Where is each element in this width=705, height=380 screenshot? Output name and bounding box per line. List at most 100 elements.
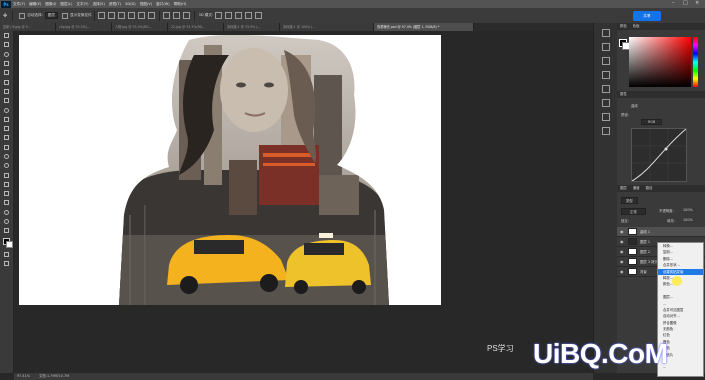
info-icon[interactable] xyxy=(602,127,610,135)
document-tab[interactable]: 22.jpg @ 33.3%(RG... xyxy=(168,23,224,31)
color-picker-field[interactable] xyxy=(629,37,691,87)
adjustments-icon[interactable] xyxy=(602,85,610,93)
document-tab[interactable]: city.jpg @ 33.3%(... xyxy=(56,23,112,31)
layer-name[interactable]: 背景 xyxy=(640,269,647,274)
align-left-icon[interactable] xyxy=(98,12,106,19)
move-tool-icon[interactable] xyxy=(0,31,13,40)
move-tool-icon[interactable]: ✥ xyxy=(3,13,7,19)
share-button[interactable]: 共享 xyxy=(633,11,661,21)
document-tab[interactable]: 未标题-1 @ 100% (... xyxy=(280,23,374,31)
lasso-tool-icon[interactable] xyxy=(0,50,13,59)
properties-icon[interactable] xyxy=(602,113,610,121)
menu-item-type[interactable]: 文字(Y) xyxy=(76,2,88,7)
align-top-icon[interactable] xyxy=(128,12,136,19)
more-tools-icon[interactable] xyxy=(0,226,13,235)
menu-item-edit[interactable]: 编辑(E) xyxy=(29,2,41,7)
foreground-background-swatches-icon[interactable] xyxy=(0,236,13,250)
align-bottom-icon[interactable] xyxy=(148,12,156,19)
history-brush-tool-icon[interactable] xyxy=(0,124,13,133)
menu-item-file[interactable]: 文件(F) xyxy=(13,2,25,7)
layer-name[interactable]: 图层 2 xyxy=(640,249,650,254)
document-tab[interactable]: 未标题-1 @ 33.3% (... xyxy=(224,23,280,31)
hue-slider[interactable] xyxy=(693,37,698,87)
document-canvas[interactable] xyxy=(19,35,441,305)
menu-item-layer[interactable]: 图层(L) xyxy=(60,2,72,7)
tab-color[interactable]: 颜色 xyxy=(620,23,627,30)
eraser-tool-icon[interactable] xyxy=(0,133,13,142)
fill-value[interactable]: 100% xyxy=(683,218,693,222)
visibility-eye-icon[interactable]: ◉ xyxy=(620,259,625,264)
tab-paths[interactable]: 路径 xyxy=(646,185,653,192)
layer-name[interactable]: 图层 3 拷贝 xyxy=(640,259,658,264)
close-icon[interactable]: × xyxy=(695,0,699,6)
visibility-eye-icon[interactable]: ◉ xyxy=(620,269,625,274)
distribute-icon[interactable] xyxy=(163,12,171,19)
menu-item-window[interactable]: 窗口(W) xyxy=(156,2,170,7)
tab-layers[interactable]: 图层 xyxy=(620,185,627,192)
tab-channels[interactable]: 通道 xyxy=(633,185,640,192)
layer-row[interactable]: ◉ 曲线 1 xyxy=(617,227,705,237)
screen-mode-icon[interactable] xyxy=(0,259,13,268)
clone-stamp-tool-icon[interactable] xyxy=(0,115,13,124)
3d-scale-icon[interactable] xyxy=(254,12,262,19)
visibility-eye-icon[interactable]: ◉ xyxy=(620,229,625,234)
layer-kind-filter[interactable]: 类型 xyxy=(621,197,638,204)
dodge-tool-icon[interactable] xyxy=(0,161,13,170)
align-right-icon[interactable] xyxy=(118,12,126,19)
shape-tool-icon[interactable] xyxy=(0,198,13,207)
3d-rotate-icon[interactable] xyxy=(214,12,222,19)
path-select-tool-icon[interactable] xyxy=(0,189,13,198)
layer-name[interactable]: 曲线 1 xyxy=(640,229,650,234)
3d-drag-icon[interactable] xyxy=(234,12,242,19)
marquee-tool-icon[interactable] xyxy=(0,40,13,49)
healing-brush-tool-icon[interactable] xyxy=(0,96,13,105)
blur-tool-icon[interactable] xyxy=(0,152,13,161)
menu-item-3d[interactable]: 3D(D) xyxy=(125,2,136,6)
curves-graph[interactable] xyxy=(631,128,687,182)
auto-select-checkbox[interactable] xyxy=(19,12,26,19)
layer-name[interactable]: 图层 1 xyxy=(640,239,650,244)
show-transform-checkbox[interactable] xyxy=(61,12,68,19)
auto-select-dropdown[interactable]: 图层 xyxy=(44,12,58,19)
visibility-eye-icon[interactable]: ◉ xyxy=(620,239,625,244)
hand-tool-icon[interactable] xyxy=(0,208,13,217)
distribute-icon[interactable] xyxy=(173,12,181,19)
align-middle-icon[interactable] xyxy=(138,12,146,19)
paragraph-icon[interactable] xyxy=(602,71,610,79)
quick-select-tool-icon[interactable] xyxy=(0,59,13,68)
crop-tool-icon[interactable] xyxy=(0,68,13,77)
document-tab[interactable]: 复制 / 8.jpg @ 9... xyxy=(0,23,56,31)
3d-roll-icon[interactable] xyxy=(224,12,232,19)
character-icon[interactable] xyxy=(602,57,610,65)
menu-item-view[interactable]: 视图(V) xyxy=(140,2,152,7)
distribute-icon[interactable] xyxy=(183,12,191,19)
3d-slide-icon[interactable] xyxy=(244,12,252,19)
zoom-level[interactable]: 97.41% xyxy=(17,374,30,378)
libraries-icon[interactable] xyxy=(602,99,610,107)
zoom-tool-icon[interactable] xyxy=(0,217,13,226)
opacity-value[interactable]: 100% xyxy=(683,208,693,212)
channel-dropdown[interactable]: RGB xyxy=(641,119,663,125)
history-icon[interactable] xyxy=(602,29,610,37)
menu-item-filter[interactable]: 滤镜(T) xyxy=(109,2,121,7)
align-center-icon[interactable] xyxy=(108,12,116,19)
minimize-icon[interactable]: – xyxy=(672,0,675,6)
brush-settings-icon[interactable] xyxy=(602,43,610,51)
pen-tool-icon[interactable] xyxy=(0,170,13,179)
document-tab[interactable]: 人物.jpg @ 33.3%(RG... xyxy=(112,23,168,31)
gradient-tool-icon[interactable] xyxy=(0,143,13,152)
blend-mode-dropdown[interactable]: 正常 xyxy=(621,208,646,215)
menu-item-help[interactable]: 帮助(H) xyxy=(174,2,187,7)
quick-mask-icon[interactable] xyxy=(0,250,13,259)
frame-tool-icon[interactable] xyxy=(0,77,13,86)
menu-item-select[interactable]: 选择(S) xyxy=(93,2,105,7)
maximize-icon[interactable]: □ xyxy=(683,0,688,6)
tab-properties[interactable]: 属性 xyxy=(620,91,627,98)
visibility-eye-icon[interactable]: ◉ xyxy=(620,249,625,254)
document-tab-active[interactable]: 双重曝光.psd @ 97.4% (图层 1, RGB/8) * xyxy=(374,23,474,31)
eyedropper-tool-icon[interactable] xyxy=(0,87,13,96)
menu-item-image[interactable]: 图像(I) xyxy=(45,2,56,7)
tab-swatches[interactable]: 色板 xyxy=(633,23,640,30)
type-tool-icon[interactable] xyxy=(0,180,13,189)
brush-tool-icon[interactable] xyxy=(0,105,13,114)
